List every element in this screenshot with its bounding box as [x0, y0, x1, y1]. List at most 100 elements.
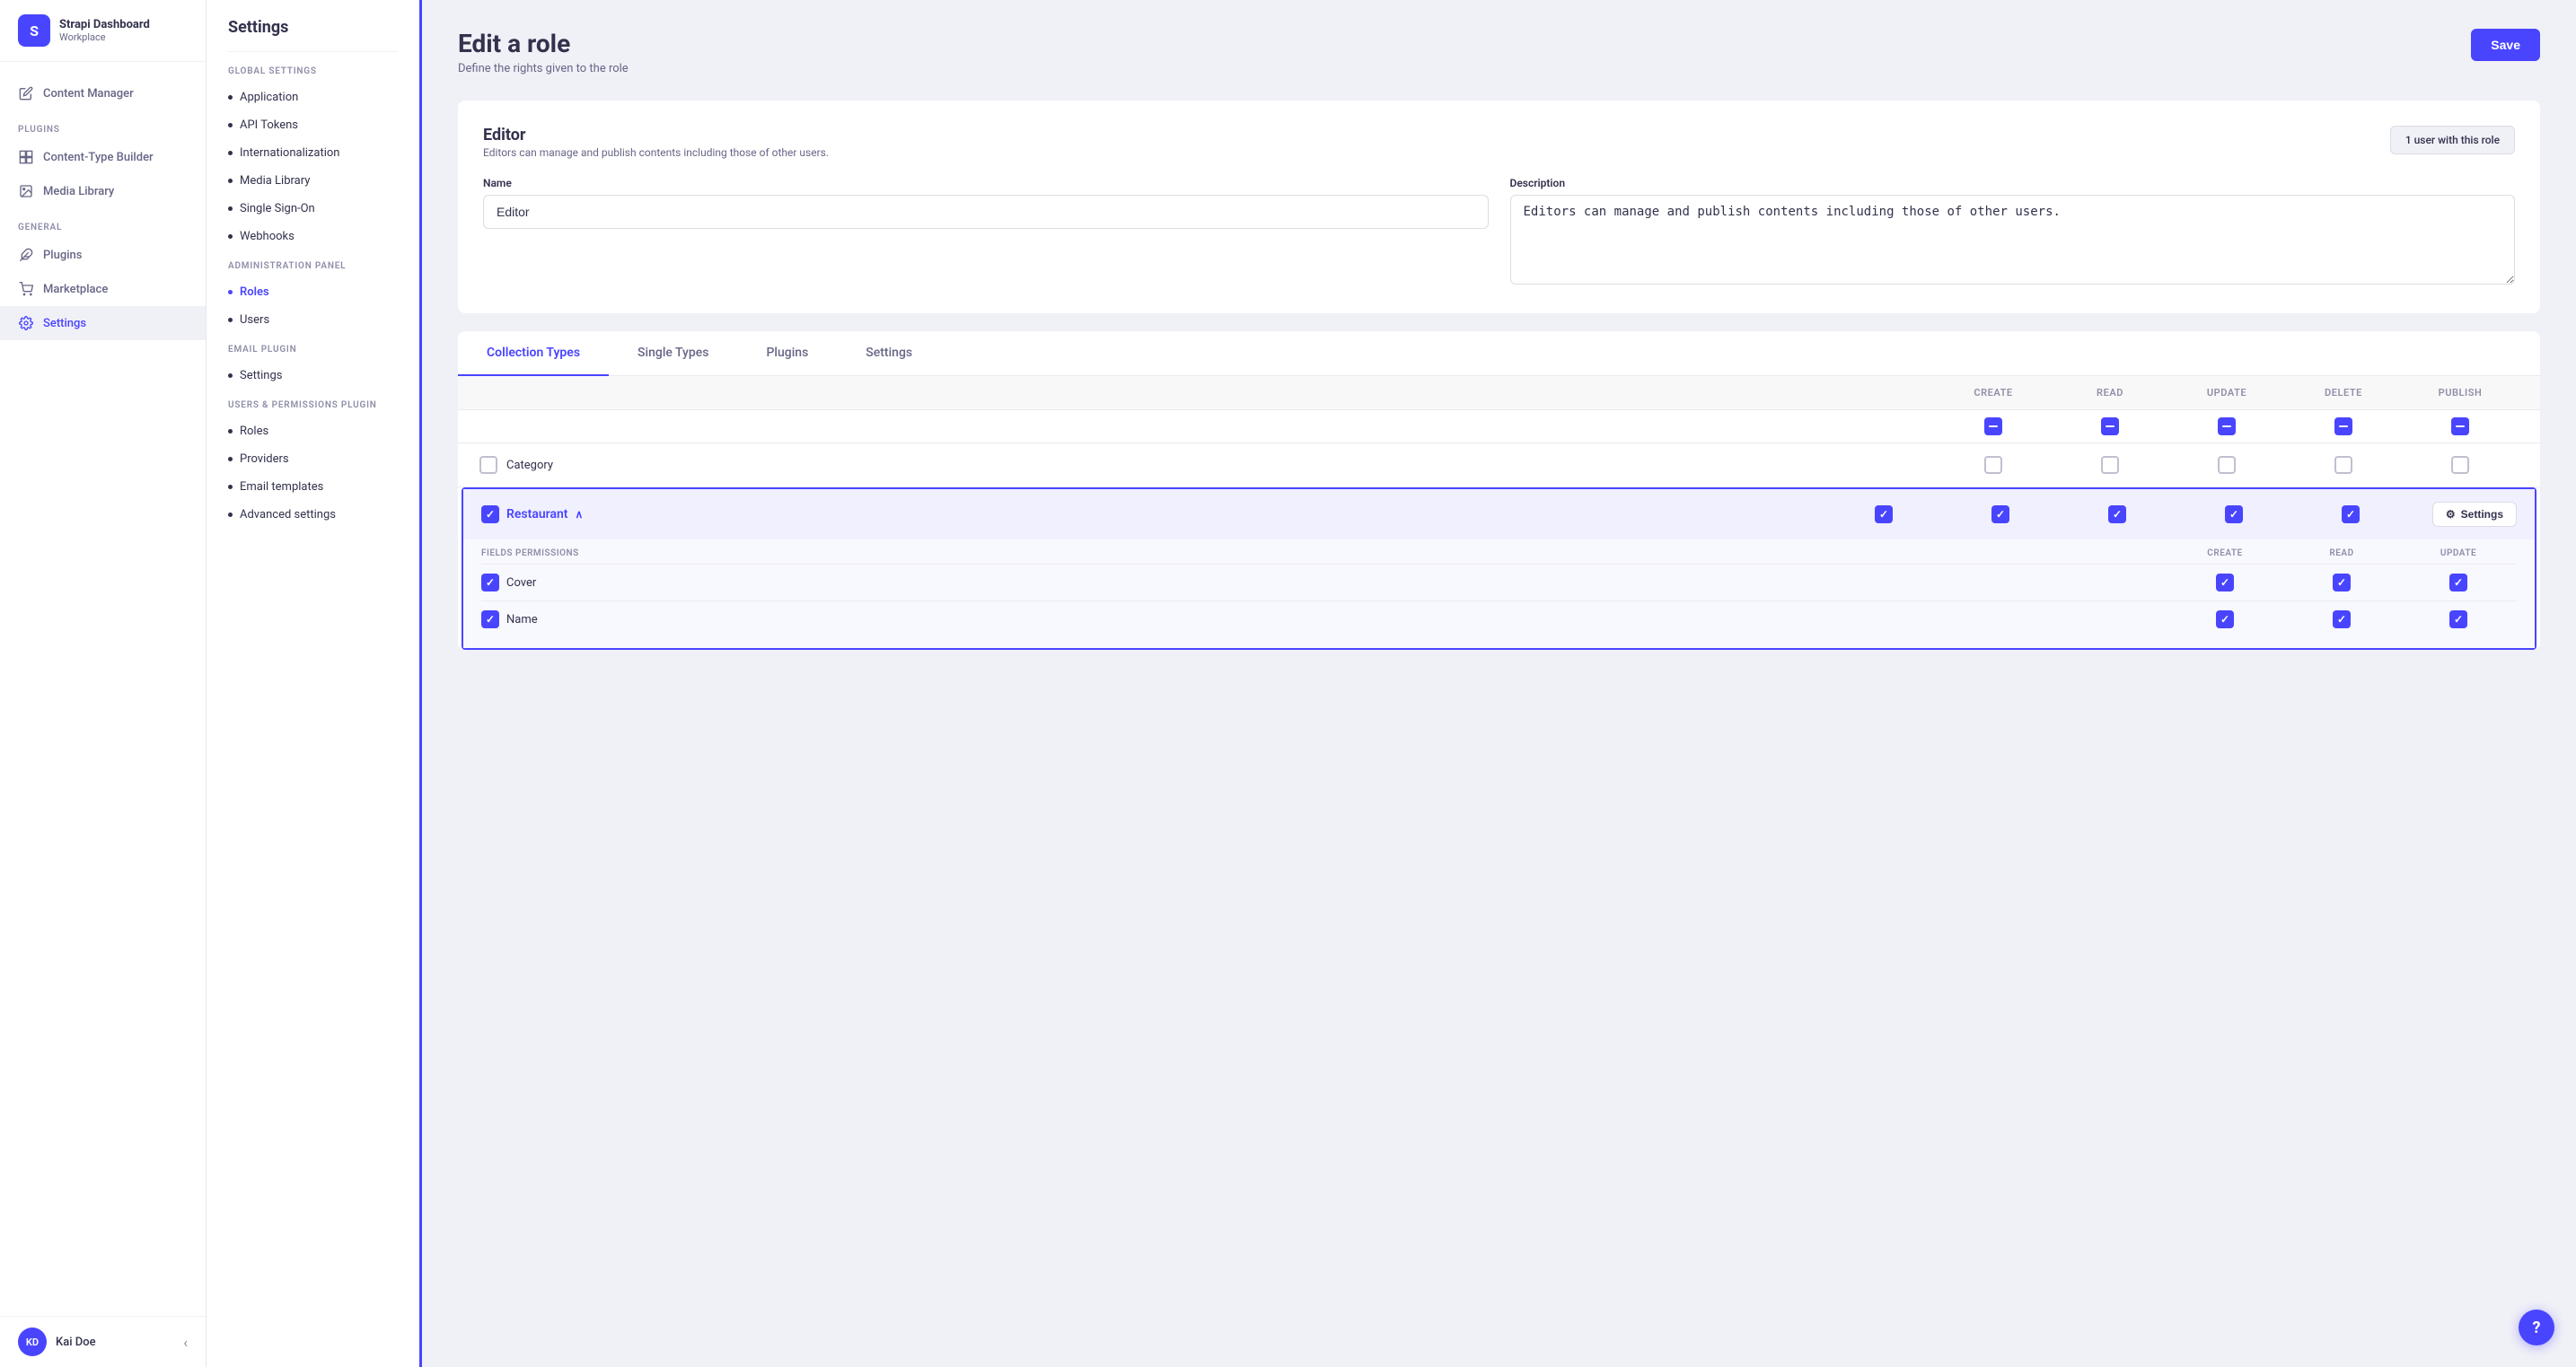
settings-nav-roles[interactable]: Roles	[207, 278, 419, 306]
settings-divider	[228, 51, 398, 52]
restaurant-delete-check[interactable]	[2176, 505, 2292, 523]
category-read-check[interactable]	[2052, 456, 2168, 474]
sidebar-item-settings[interactable]: Settings	[0, 306, 206, 340]
cover-read-check[interactable]	[2283, 574, 2400, 591]
settings-nav-api-tokens[interactable]: API Tokens	[207, 111, 419, 139]
settings-nav-application[interactable]: Application	[207, 83, 419, 111]
restaurant-label: Restaurant ∧	[481, 505, 1825, 523]
settings-nav-email-settings[interactable]: Settings	[207, 362, 419, 390]
category-delete-check[interactable]	[2285, 456, 2402, 474]
category-publish-check[interactable]	[2402, 456, 2519, 474]
dot-icon	[228, 318, 233, 322]
field-cover-label: Cover	[481, 574, 2167, 591]
restaurant-create-check[interactable]	[1825, 505, 1942, 523]
category-create-check[interactable]	[1935, 456, 2052, 474]
name-update-check[interactable]	[2400, 610, 2517, 628]
settings-nav-users[interactable]: Users	[207, 306, 419, 334]
update-all-toggle[interactable]	[2168, 417, 2285, 435]
settings-nav-internationalization[interactable]: Internationalization	[207, 139, 419, 167]
settings-nav-email-templates[interactable]: Email templates	[207, 473, 419, 501]
field-name-checkbox[interactable]	[481, 610, 499, 628]
restaurant-read-check[interactable]	[1942, 505, 2059, 523]
collapse-sidebar-button[interactable]: ‹	[183, 1334, 188, 1351]
puzzle-piece-icon	[18, 247, 34, 263]
dot-icon	[228, 95, 233, 100]
sidebar-footer: KD Kai Doe ‹	[0, 1316, 206, 1367]
settings-nav-advanced-settings[interactable]: Advanced settings	[207, 501, 419, 529]
puzzle-icon	[18, 149, 34, 165]
save-button[interactable]: Save	[2471, 29, 2540, 61]
dash-checkbox-delete[interactable]	[2334, 417, 2352, 435]
col-publish: PUBLISH	[2402, 387, 2519, 399]
main-content: Edit a role Define the rights given to t…	[422, 0, 2576, 1367]
sidebar-item-label: Marketplace	[43, 283, 108, 296]
gear-icon: ⚙	[2446, 508, 2456, 521]
user-info: KD Kai Doe	[18, 1328, 96, 1356]
general-section-label: GENERAL	[0, 208, 206, 238]
col-delete: DELETE	[2285, 387, 2402, 399]
help-button[interactable]: ?	[2519, 1310, 2554, 1345]
cover-checkbox[interactable]	[481, 574, 499, 591]
dash-checkbox-publish[interactable]	[2451, 417, 2469, 435]
admin-panel-label: ADMINISTRATION PANEL	[207, 261, 419, 278]
cover-create-check[interactable]	[2167, 574, 2283, 591]
sidebar-logo: S Strapi Dashboard Workplace	[0, 0, 206, 62]
name-field-col: Name	[483, 177, 1489, 288]
up-plugin-label: USERS & PERMISSIONS PLUGIN	[207, 400, 419, 417]
dot-icon	[228, 206, 233, 211]
tab-settings[interactable]: Settings	[837, 331, 941, 376]
name-read-check[interactable]	[2283, 610, 2400, 628]
settings-nav-single-sign-on[interactable]: Single Sign-On	[207, 195, 419, 223]
cover-update-check[interactable]	[2400, 574, 2517, 591]
name-input[interactable]	[483, 195, 1489, 229]
fields-section: FIELDS PERMISSIONS CREATE READ UPDATE Co…	[463, 539, 2535, 648]
sidebar-item-media-library[interactable]: Media Library	[0, 174, 206, 208]
read-all-toggle[interactable]	[2052, 417, 2168, 435]
settings-nav-up-roles[interactable]: Roles	[207, 417, 419, 445]
cart-icon	[18, 281, 34, 297]
sidebar-item-label: Plugins	[43, 249, 82, 262]
restaurant-checkbox[interactable]	[481, 505, 499, 523]
settings-nav-webhooks[interactable]: Webhooks	[207, 223, 419, 250]
col-create: CREATE	[1935, 387, 2052, 399]
tabs-header: Collection Types Single Types Plugins Se…	[458, 331, 2540, 376]
settings-nav-providers[interactable]: Providers	[207, 445, 419, 473]
sidebar-item-plugins[interactable]: Plugins	[0, 238, 206, 272]
publish-all-toggle[interactable]	[2402, 417, 2519, 435]
role-info-header: Editor Editors can manage and publish co…	[483, 126, 2515, 159]
role-description: Editors can manage and publish contents …	[483, 146, 829, 159]
permissions-header-row: CREATE READ UPDATE DELETE PUBLISH	[458, 376, 2540, 410]
logo-text: Strapi Dashboard Workplace	[59, 18, 150, 43]
description-textarea[interactable]: Editors can manage and publish contents …	[1510, 195, 2516, 285]
tab-collection-types[interactable]: Collection Types	[458, 331, 609, 376]
delete-all-toggle[interactable]	[2285, 417, 2402, 435]
category-checkbox[interactable]	[479, 456, 497, 474]
settings-btn-label: Settings	[2461, 508, 2503, 521]
create-all-toggle[interactable]	[1935, 417, 2052, 435]
restaurant-settings-button[interactable]: ⚙ Settings	[2432, 502, 2517, 527]
dash-checkbox-create[interactable]	[1984, 417, 2002, 435]
sidebar-item-content-type-builder[interactable]: Content-Type Builder	[0, 140, 206, 174]
chevron-up-icon[interactable]: ∧	[576, 508, 584, 521]
sidebar-item-marketplace[interactable]: Marketplace	[0, 272, 206, 306]
sidebar-item-content-manager[interactable]: Content Manager	[0, 76, 206, 110]
restaurant-update-check[interactable]	[2059, 505, 2176, 523]
settings-nav-media-library[interactable]: Media Library	[207, 167, 419, 195]
col-update: UPDATE	[2168, 387, 2285, 399]
dash-checkbox-update[interactable]	[2218, 417, 2236, 435]
dash-checkbox-read[interactable]	[2101, 417, 2119, 435]
tab-single-types[interactable]: Single Types	[609, 331, 737, 376]
name-create-check[interactable]	[2167, 610, 2283, 628]
fields-header-row: FIELDS PERMISSIONS CREATE READ UPDATE	[481, 539, 2517, 564]
sidebar-item-label: Content Manager	[43, 87, 134, 101]
dot-icon	[228, 151, 233, 155]
dot-icon	[228, 485, 233, 489]
field-cover-row: Cover	[481, 564, 2517, 600]
page-subtitle: Define the rights given to the role	[458, 62, 629, 75]
category-update-check[interactable]	[2168, 456, 2285, 474]
tab-plugins[interactable]: Plugins	[738, 331, 838, 376]
restaurant-publish-check[interactable]	[2292, 505, 2409, 523]
fields-create-col: CREATE	[2167, 548, 2283, 558]
dot-icon	[228, 179, 233, 183]
sidebar-item-label: Media Library	[43, 185, 114, 198]
